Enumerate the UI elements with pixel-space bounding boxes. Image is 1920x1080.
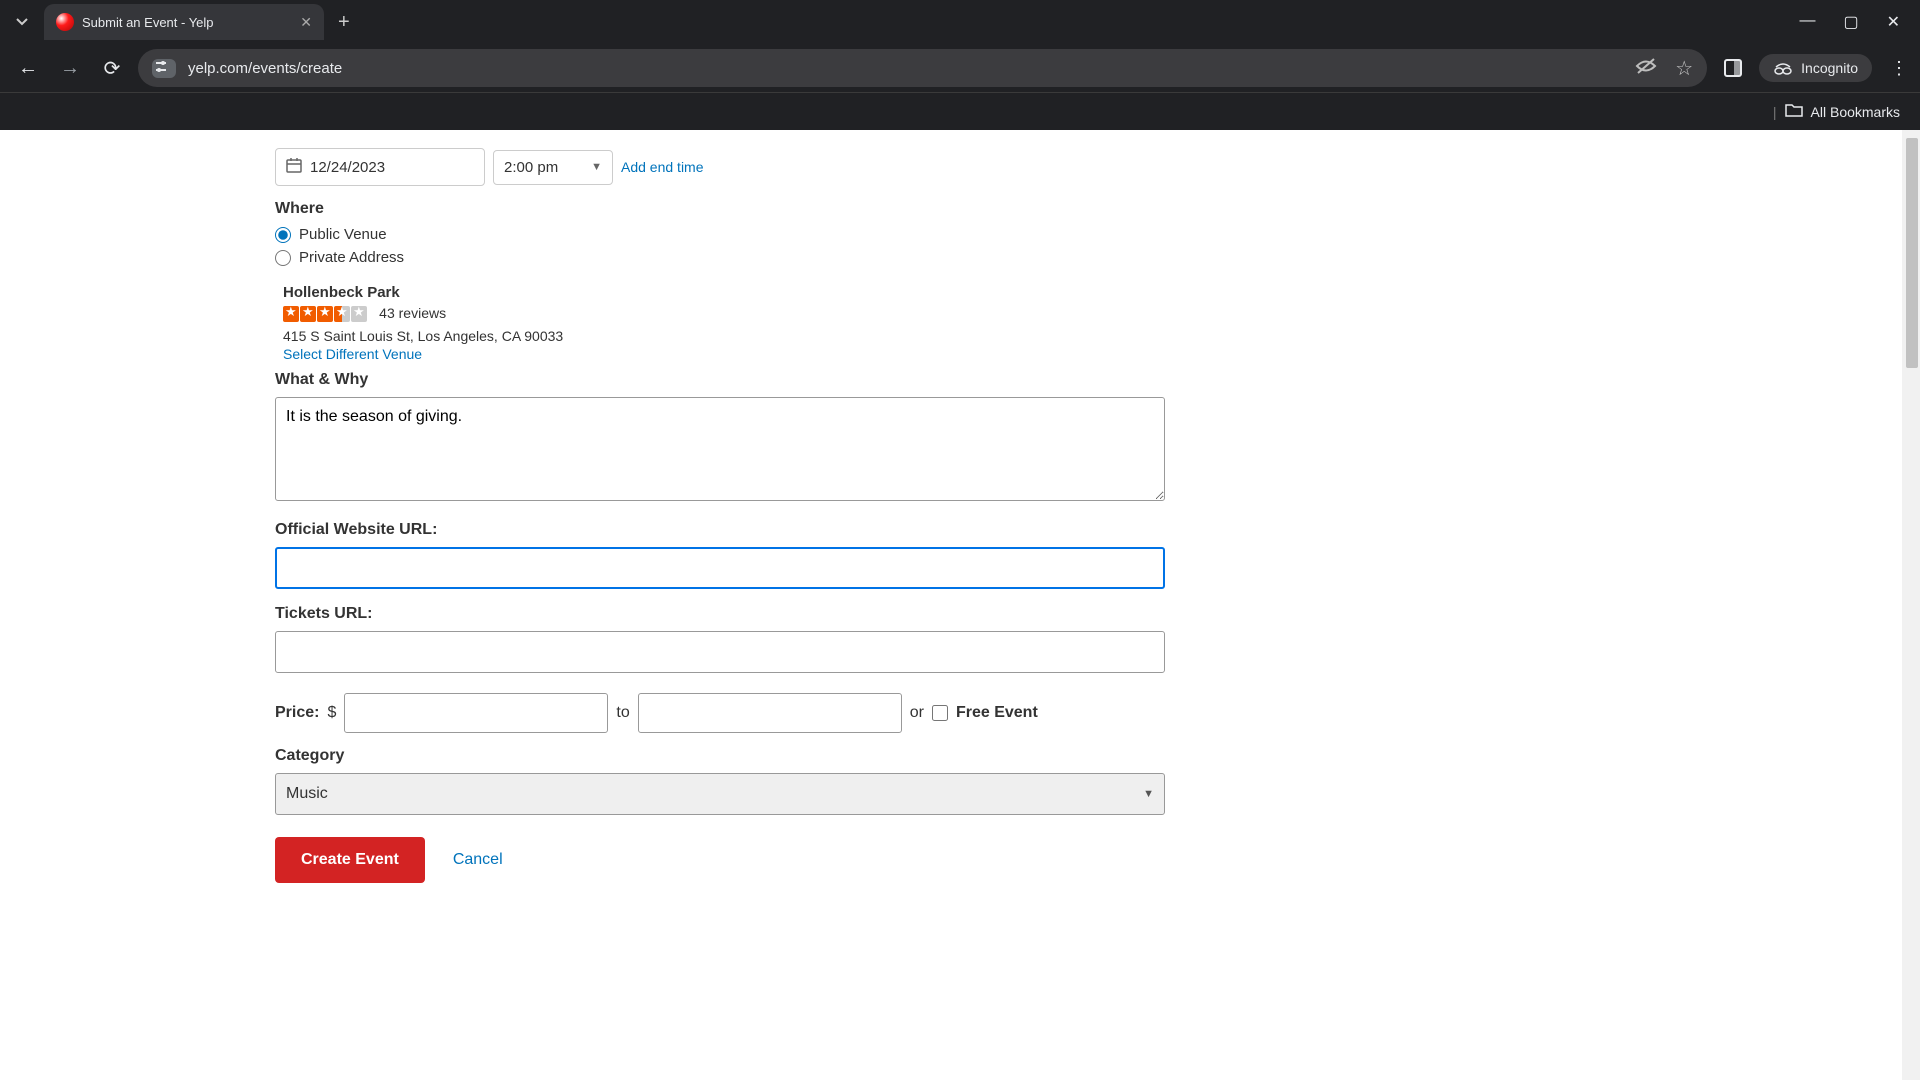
private-address-label: Private Address xyxy=(299,249,404,266)
free-event-label: Free Event xyxy=(956,704,1038,722)
create-event-button[interactable]: Create Event xyxy=(275,837,425,883)
url-text: yelp.com/events/create xyxy=(188,60,342,77)
where-label: Where xyxy=(275,200,1920,218)
minimize-icon[interactable]: — xyxy=(1799,12,1815,32)
address-bar[interactable]: yelp.com/events/create ☆ xyxy=(138,49,1707,87)
public-venue-radio[interactable] xyxy=(275,227,291,243)
scrollbar[interactable] xyxy=(1902,130,1920,1080)
incognito-indicator[interactable]: Incognito xyxy=(1759,54,1872,82)
category-value: Music xyxy=(286,785,328,803)
new-tab-button[interactable]: + xyxy=(338,11,350,34)
incognito-eye-icon[interactable] xyxy=(1635,57,1657,80)
tickets-url-label: Tickets URL: xyxy=(275,605,1920,623)
tab-search-button[interactable] xyxy=(8,8,36,36)
price-to-label: to xyxy=(616,704,629,722)
bookmarks-bar: | All Bookmarks xyxy=(0,92,1920,130)
category-select[interactable]: Music ▼ xyxy=(275,773,1165,815)
public-venue-option[interactable]: Public Venue xyxy=(275,226,1920,243)
website-url-input[interactable] xyxy=(275,547,1165,589)
add-end-time-link[interactable]: Add end time xyxy=(621,159,704,175)
price-min-input[interactable] xyxy=(344,693,608,733)
date-value: 12/24/2023 xyxy=(310,159,385,176)
window-controls: — ▢ ✕ xyxy=(1799,12,1920,32)
private-address-option[interactable]: Private Address xyxy=(275,249,1920,266)
page-content: 12/24/2023 2:00 pm ▼ Add end time Where … xyxy=(0,130,1920,1080)
yelp-favicon xyxy=(56,13,74,31)
forward-button: → xyxy=(54,52,86,84)
price-label: Price: xyxy=(275,704,319,722)
category-label: Category xyxy=(275,747,1920,765)
what-why-label: What & Why xyxy=(275,371,1920,389)
reload-button[interactable]: ⟳ xyxy=(96,52,128,84)
bookmark-star-icon[interactable]: ☆ xyxy=(1675,56,1693,81)
tickets-url-input[interactable] xyxy=(275,631,1165,673)
private-address-radio[interactable] xyxy=(275,250,291,266)
folder-icon xyxy=(1785,103,1803,120)
incognito-label: Incognito xyxy=(1801,60,1858,76)
free-event-checkbox[interactable] xyxy=(932,705,948,721)
time-select[interactable]: 2:00 pm ▼ xyxy=(493,150,613,185)
price-currency: $ xyxy=(327,704,336,722)
star-rating xyxy=(283,306,367,322)
tab-title: Submit an Event - Yelp xyxy=(82,15,292,30)
select-different-venue-link[interactable]: Select Different Venue xyxy=(283,346,422,362)
site-settings-icon[interactable] xyxy=(152,59,176,78)
browser-chrome: Submit an Event - Yelp ✕ + — ▢ ✕ ← → ⟳ y… xyxy=(0,0,1920,130)
cancel-button[interactable]: Cancel xyxy=(453,851,503,869)
date-input[interactable]: 12/24/2023 xyxy=(275,148,485,186)
venue-name: Hollenbeck Park xyxy=(283,284,1920,301)
all-bookmarks-button[interactable]: All Bookmarks xyxy=(1811,104,1900,120)
venue-address: 415 S Saint Louis St, Los Angeles, CA 90… xyxy=(283,328,1920,344)
time-value: 2:00 pm xyxy=(504,159,558,176)
side-panel-icon[interactable] xyxy=(1717,52,1749,84)
website-url-label: Official Website URL: xyxy=(275,521,1920,539)
chrome-menu-button[interactable]: ⋮ xyxy=(1890,58,1908,79)
close-window-icon[interactable]: ✕ xyxy=(1887,12,1900,32)
price-max-input[interactable] xyxy=(638,693,902,733)
calendar-icon xyxy=(286,157,302,177)
close-tab-icon[interactable]: ✕ xyxy=(300,14,312,31)
public-venue-label: Public Venue xyxy=(299,226,387,243)
back-button[interactable]: ← xyxy=(12,52,44,84)
browser-tab[interactable]: Submit an Event - Yelp ✕ xyxy=(44,4,324,40)
review-count: 43 reviews xyxy=(379,305,446,321)
scroll-thumb[interactable] xyxy=(1906,138,1918,368)
chevron-down-icon: ▼ xyxy=(1143,788,1154,800)
tab-strip: Submit an Event - Yelp ✕ + — ▢ ✕ xyxy=(0,0,1920,44)
price-or-label: or xyxy=(910,704,924,722)
chevron-down-icon: ▼ xyxy=(591,161,602,173)
maximize-icon[interactable]: ▢ xyxy=(1843,12,1858,32)
what-why-textarea[interactable] xyxy=(275,397,1165,501)
browser-toolbar: ← → ⟳ yelp.com/events/create ☆ Incognito… xyxy=(0,44,1920,92)
